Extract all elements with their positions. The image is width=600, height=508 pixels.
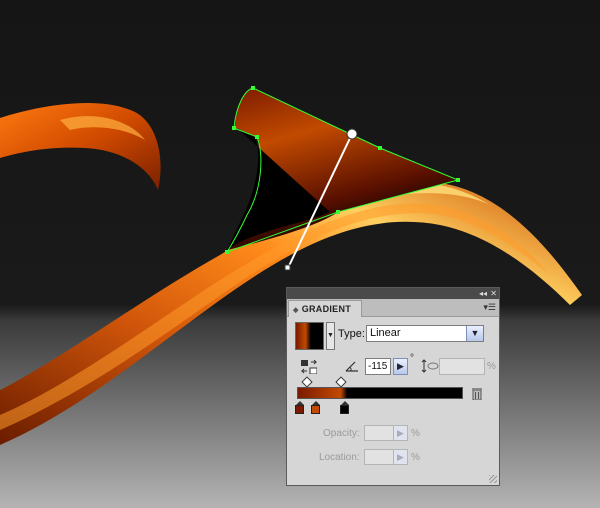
aspect-ratio-input[interactable] [439, 358, 485, 375]
opacity-unit: % [411, 428, 420, 439]
chevron-down-icon: ▼ [327, 332, 334, 339]
resize-grip[interactable] [489, 475, 497, 483]
gradient-midpoint-diamond[interactable] [301, 376, 313, 388]
gradient-origin-handle[interactable] [346, 128, 358, 140]
reverse-gradient-icon[interactable] [301, 360, 317, 374]
gradient-stop[interactable] [340, 401, 349, 414]
angle-input[interactable]: -115 [365, 358, 391, 375]
gradient-end-handle[interactable] [284, 264, 291, 271]
gradient-stop[interactable] [311, 401, 320, 414]
type-value: Linear [370, 327, 401, 339]
aspect-ratio-icon [421, 359, 439, 373]
type-select[interactable]: Linear ▼ [366, 325, 484, 342]
location-stepper[interactable]: ▶ [393, 449, 408, 465]
gradient-panel: ◂◂ ✕ ◆ GRADIENT ▾☰ ▼ Type: Linear ▼ -115 … [286, 287, 500, 486]
chevron-right-icon: ▶ [397, 452, 404, 462]
panel-title-bar[interactable]: ◂◂ ✕ [287, 288, 499, 299]
opacity-label: Opacity: [323, 428, 360, 439]
chevron-down-icon[interactable]: ▼ [466, 326, 483, 341]
tab-gradient[interactable]: ◆ GRADIENT [288, 300, 363, 317]
location-unit: % [411, 452, 420, 463]
angle-stepper[interactable]: ▶ [393, 358, 408, 375]
location-label: Location: [319, 452, 360, 463]
double-chevron-icon[interactable]: ◂◂ [479, 288, 487, 299]
degree-symbol: ° [410, 353, 414, 364]
panel-tab-bar: ◆ GRADIENT ▾☰ [287, 299, 499, 317]
opacity-input[interactable] [364, 425, 394, 441]
opacity-stepper[interactable]: ▶ [393, 425, 408, 441]
angle-icon [345, 361, 358, 372]
panel-menu-icon[interactable]: ▾☰ [483, 302, 496, 313]
gradient-ramp[interactable] [297, 387, 463, 399]
tab-label: GRADIENT [301, 304, 352, 314]
trash-icon[interactable] [472, 388, 482, 400]
gradient-swatch[interactable] [295, 322, 324, 350]
gradient-midpoint-diamond[interactable] [335, 376, 347, 388]
chevron-right-icon: ▶ [397, 361, 404, 371]
close-icon[interactable]: ✕ [490, 288, 497, 299]
chevron-right-icon: ▶ [397, 428, 404, 438]
aspect-ratio-unit: % [487, 361, 496, 372]
type-label: Type: [338, 328, 365, 340]
gradient-stop[interactable] [295, 401, 304, 414]
swatch-dropdown-button[interactable]: ▼ [326, 322, 335, 350]
location-input[interactable] [364, 449, 394, 465]
tab-grip-icon: ◆ [293, 307, 299, 314]
